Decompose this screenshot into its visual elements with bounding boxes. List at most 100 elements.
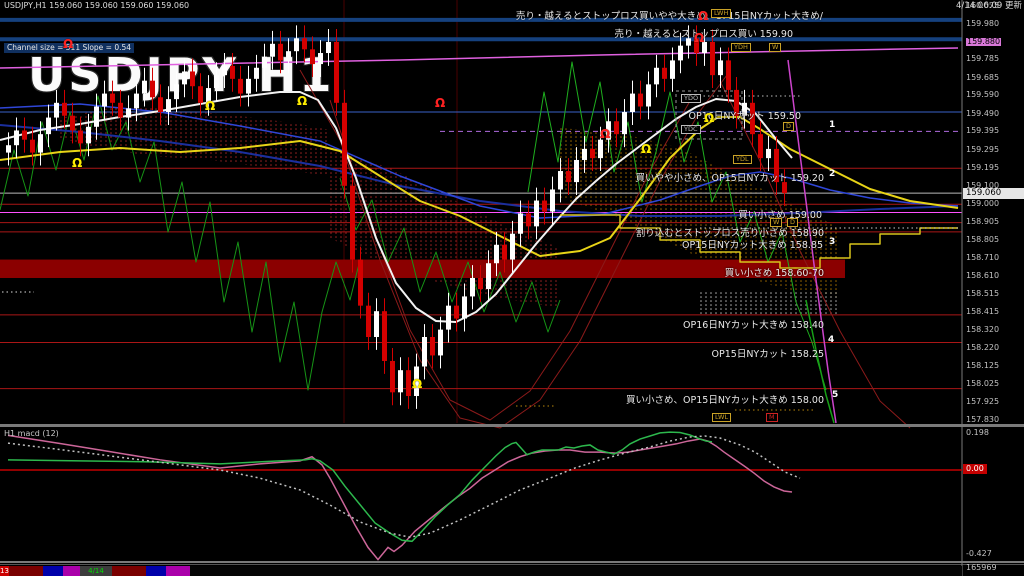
candle-body — [318, 53, 323, 64]
candle-body — [622, 112, 627, 134]
candle-body — [638, 94, 643, 107]
candle-body — [342, 103, 347, 186]
candle-body — [782, 182, 787, 193]
candle-body — [30, 140, 35, 153]
candle-body — [174, 84, 179, 99]
candle-body — [158, 97, 163, 112]
candle-body — [406, 370, 411, 396]
candle-body — [214, 75, 219, 88]
candle-body — [742, 103, 747, 116]
price-chart-canvas[interactable] — [0, 0, 1024, 576]
candle-body — [278, 44, 283, 61]
candle-body — [310, 49, 315, 64]
candle-body — [598, 140, 603, 158]
candle-body — [470, 278, 475, 296]
pane-divider[interactable] — [0, 561, 1024, 563]
candle-body — [718, 60, 723, 75]
candle-body — [454, 306, 459, 319]
candle-body — [462, 296, 467, 318]
candle-body — [766, 149, 771, 158]
candle-body — [566, 171, 571, 182]
candle-body — [702, 42, 707, 53]
candle-body — [14, 130, 19, 145]
candle-body — [270, 44, 275, 57]
candle-body — [494, 245, 499, 263]
candle-body — [710, 42, 715, 75]
candle-body — [110, 94, 115, 103]
candle-body — [446, 306, 451, 330]
candle-body — [246, 79, 251, 94]
candle-body — [398, 370, 403, 392]
candle-body — [542, 201, 547, 212]
candle-body — [422, 337, 427, 367]
magenta-weekly — [0, 48, 958, 68]
candle-body — [22, 130, 27, 139]
support-band — [0, 260, 845, 278]
candle-body — [230, 66, 235, 79]
candle-body — [302, 38, 307, 49]
candle-body — [686, 38, 691, 45]
candle-body — [358, 260, 363, 306]
candle-body — [366, 306, 371, 337]
chart-window: USDJPY H1 USDJPY,H1 159.060 159.060 159.… — [0, 0, 1024, 576]
candle-body — [478, 278, 483, 289]
candle-body — [166, 99, 171, 112]
candle-body — [350, 186, 355, 260]
candle-body — [662, 68, 667, 79]
candle-body — [134, 94, 139, 109]
candle-body — [6, 145, 11, 152]
candle-body — [550, 189, 555, 211]
candle-body — [646, 84, 651, 106]
candle-body — [286, 51, 291, 60]
candle-body — [726, 60, 731, 90]
candle-body — [590, 149, 595, 158]
candle-body — [606, 121, 611, 139]
candle-body — [334, 42, 339, 103]
candle-body — [382, 311, 387, 361]
candle-body — [102, 94, 107, 107]
candle-body — [38, 134, 43, 152]
candle-body — [190, 71, 195, 86]
candle-body — [54, 103, 59, 118]
candle-body — [294, 38, 299, 51]
candle-body — [126, 108, 131, 117]
candle-body — [654, 68, 659, 85]
candle-body — [630, 94, 635, 112]
green-projection — [806, 300, 834, 423]
candle-body — [678, 46, 683, 61]
candle-body — [582, 149, 587, 160]
candle-body — [670, 60, 675, 78]
candle-body — [526, 213, 531, 226]
ichimoku-cloud — [330, 148, 560, 308]
candle-body — [438, 330, 443, 356]
candle-body — [510, 234, 515, 260]
candle-body — [78, 130, 83, 143]
candle-body — [198, 86, 203, 103]
macd-line — [8, 435, 792, 559]
candle-body — [486, 263, 491, 289]
candle-body — [70, 116, 75, 131]
candle-body — [142, 81, 147, 94]
candle-body — [182, 71, 187, 84]
candle-body — [46, 118, 51, 135]
candle-body — [758, 134, 763, 158]
candle-body — [262, 57, 267, 68]
candle-body — [750, 103, 755, 134]
candle-body — [518, 213, 523, 233]
candle-body — [614, 121, 619, 134]
candle-body — [238, 79, 243, 94]
pane-divider[interactable] — [0, 424, 1024, 427]
candle-body — [374, 311, 379, 337]
candle-body — [558, 171, 563, 189]
candle-body — [694, 38, 699, 53]
session-strip-border — [0, 564, 1024, 565]
candle-body — [574, 160, 579, 182]
candle-body — [86, 127, 91, 144]
candle-body — [94, 106, 99, 126]
signal-line — [8, 432, 712, 541]
avg-dotted — [8, 436, 800, 537]
candle-body — [326, 42, 331, 53]
candle-body — [414, 367, 419, 397]
candle-body — [206, 88, 211, 103]
candle-body — [534, 201, 539, 227]
